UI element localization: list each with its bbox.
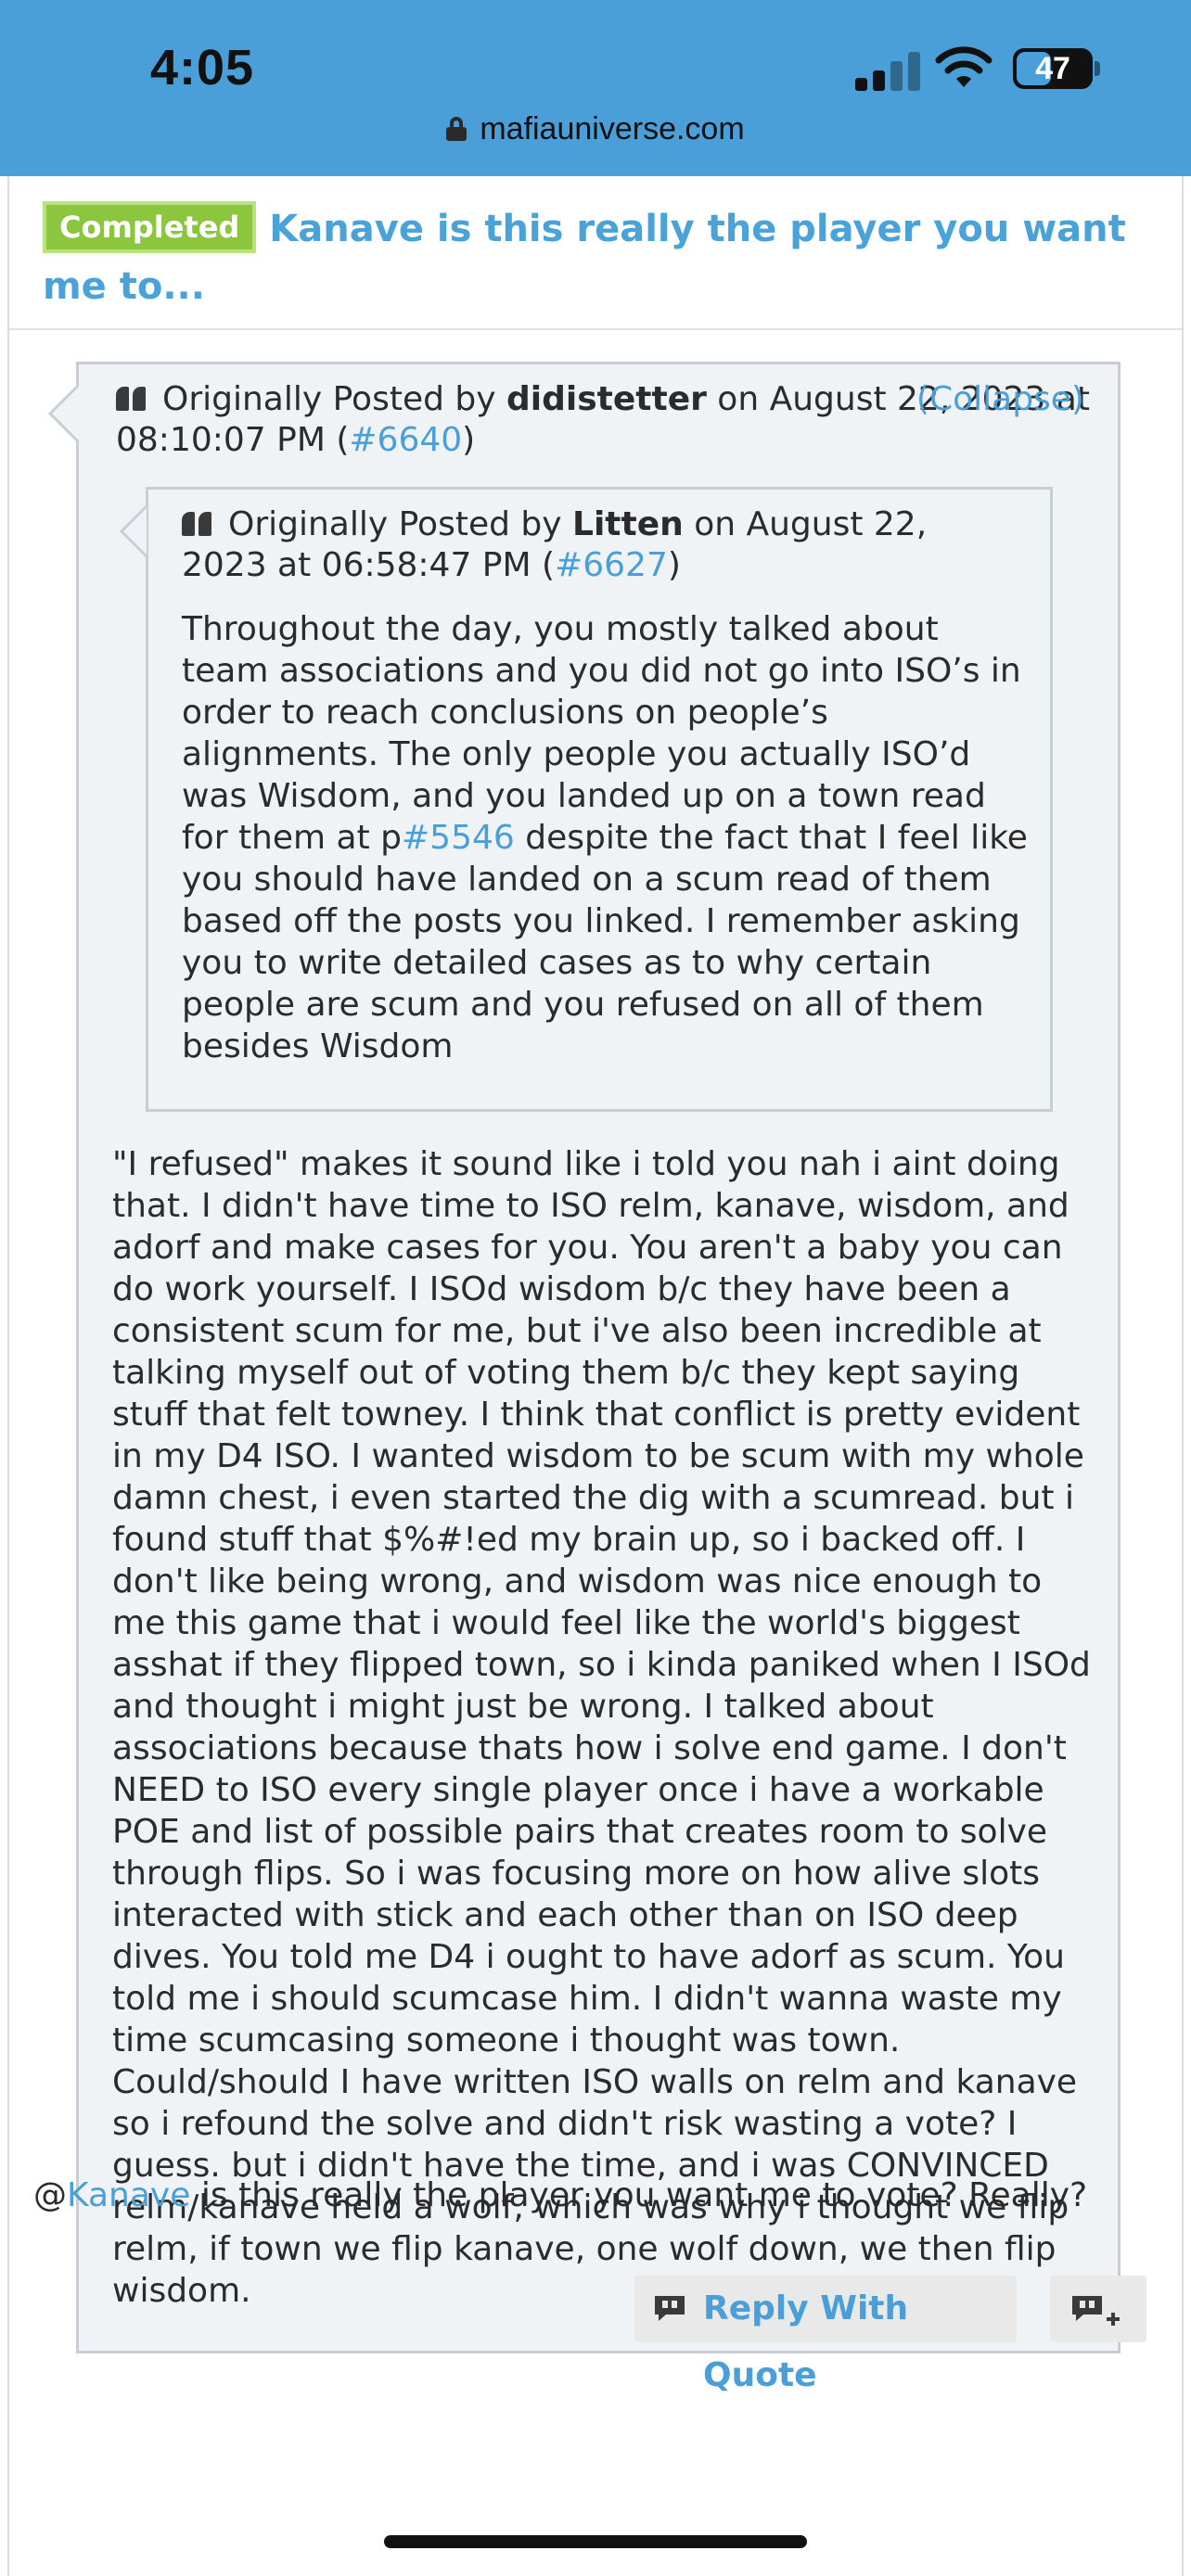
post-message: @Kanave is this really the player you wa… bbox=[33, 2176, 1088, 2214]
post-reference-link[interactable]: #5546 bbox=[402, 819, 515, 857]
status-badge: Completed bbox=[43, 201, 257, 253]
wifi-icon bbox=[935, 46, 992, 87]
battery-cap bbox=[1095, 61, 1100, 76]
quote-bubble-icon bbox=[655, 2296, 685, 2321]
outer-quote-body: "I refused" makes it sound like i told y… bbox=[112, 1145, 1091, 2310]
inner-quote-pointer-fill bbox=[123, 508, 147, 555]
post-title-area: Completed Kanave is this really the playe… bbox=[9, 176, 1182, 330]
inner-quote-header: Originally Posted by Litten on August 22… bbox=[182, 505, 928, 584]
lock-icon bbox=[446, 117, 467, 141]
collapse-link[interactable]: (Collapse) bbox=[916, 379, 1084, 420]
address-bar[interactable]: mafiauniverse.com bbox=[0, 111, 1191, 147]
quote-author[interactable]: didistetter bbox=[506, 380, 707, 418]
quote-icon bbox=[116, 387, 147, 411]
status-time: 4:05 bbox=[150, 40, 255, 96]
quote-icon bbox=[182, 512, 213, 536]
home-indicator[interactable] bbox=[384, 2535, 807, 2548]
inner-quote-body: Throughout the day, you mostly talked ab… bbox=[182, 610, 1028, 1065]
inner-quote-author[interactable]: Litten bbox=[572, 505, 684, 543]
quote-pointer-fill bbox=[52, 387, 79, 440]
reply-with-quote-button[interactable]: Reply With Quote bbox=[634, 2276, 1017, 2394]
mention-link[interactable]: Kanave bbox=[67, 2176, 190, 2214]
battery-icon: 47 bbox=[1013, 48, 1093, 89]
battery-level: 47 bbox=[1035, 51, 1070, 86]
inner-quote: Originally Posted by Litten on August 22… bbox=[146, 487, 1053, 1112]
outer-quote: Originally Posted by didistetter on Augu… bbox=[76, 362, 1121, 2353]
inner-quote-post-link[interactable]: #6627 bbox=[555, 546, 668, 584]
url-text: mafiauniverse.com bbox=[480, 111, 745, 147]
quote-post-link[interactable]: #6640 bbox=[349, 421, 462, 459]
multi-quote-button[interactable] bbox=[1050, 2276, 1146, 2342]
signal-icon bbox=[855, 48, 922, 91]
post-title[interactable]: Completed Kanave is this really the playe… bbox=[43, 200, 1156, 315]
multi-quote-icon bbox=[1072, 2296, 1120, 2326]
status-bar: 4:05 47 mafiauniverse.com bbox=[0, 0, 1191, 176]
